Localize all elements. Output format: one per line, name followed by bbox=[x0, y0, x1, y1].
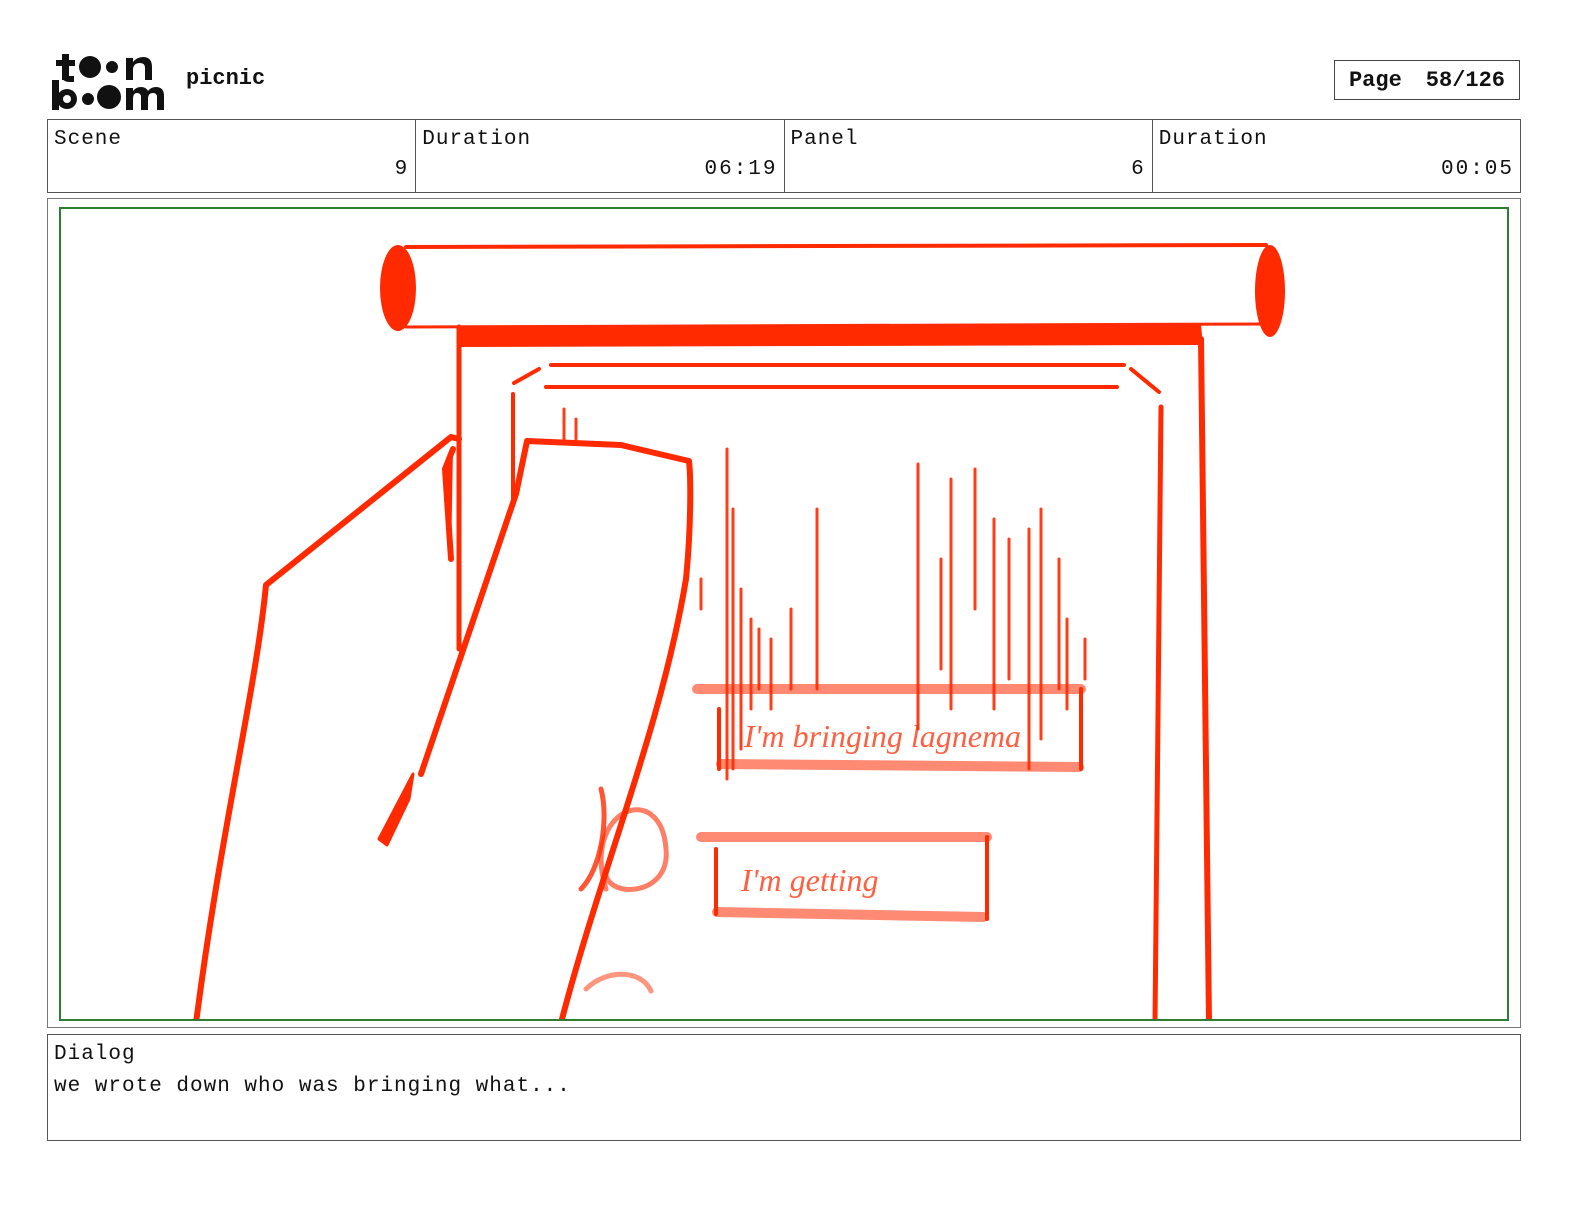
panel-value: 6 bbox=[1131, 158, 1146, 181]
page-value: 58/126 bbox=[1425, 67, 1506, 93]
board-inner-right-edge bbox=[1152, 404, 1164, 1019]
scene-duration-cell: Duration 06:19 bbox=[416, 120, 785, 192]
board-right-edge bbox=[1198, 336, 1212, 1019]
panel-label: Panel bbox=[790, 128, 859, 151]
panel-duration-value: 00:05 bbox=[1440, 158, 1514, 181]
panel-sketch: I'm bringing lagnema I'm getting bbox=[193, 243, 1285, 1019]
scene-duration-label: Duration bbox=[422, 128, 532, 151]
scene-value: 9 bbox=[394, 158, 410, 181]
roller-top-edge bbox=[404, 243, 1268, 249]
page-indicator: Page 58/126 bbox=[1334, 60, 1520, 100]
scene-cell: Scene 9 bbox=[48, 120, 417, 192]
panel-cell: Panel 6 bbox=[785, 120, 1153, 192]
arm-outline bbox=[193, 434, 462, 1019]
dialog-box: Dialog we wrote down who was bringing wh… bbox=[47, 1034, 1521, 1141]
storyboard-panel: I'm bringing lagnema I'm getting bbox=[59, 207, 1509, 1021]
panel-info-row: Scene 9 Duration 06:19 Panel 6 Duration … bbox=[47, 119, 1521, 193]
roller-left-cap bbox=[380, 245, 416, 331]
board-top-bar bbox=[458, 325, 1203, 347]
note-text-2: I'm getting bbox=[740, 862, 878, 898]
page-label: Page bbox=[1348, 67, 1402, 93]
panel-duration-label: Duration bbox=[1158, 128, 1268, 151]
project-title: picnic bbox=[186, 66, 266, 91]
note-text-1: I'm bringing lagnema bbox=[743, 718, 1021, 754]
scene-label: Scene bbox=[54, 128, 123, 151]
scene-duration-value: 06:19 bbox=[704, 158, 778, 181]
panel-duration-cell: Duration 00:05 bbox=[1153, 120, 1520, 192]
toon-boom-logo bbox=[52, 54, 164, 110]
dialog-text: we wrote down who was bringing what... bbox=[54, 1075, 571, 1098]
dialog-label: Dialog bbox=[54, 1043, 136, 1066]
